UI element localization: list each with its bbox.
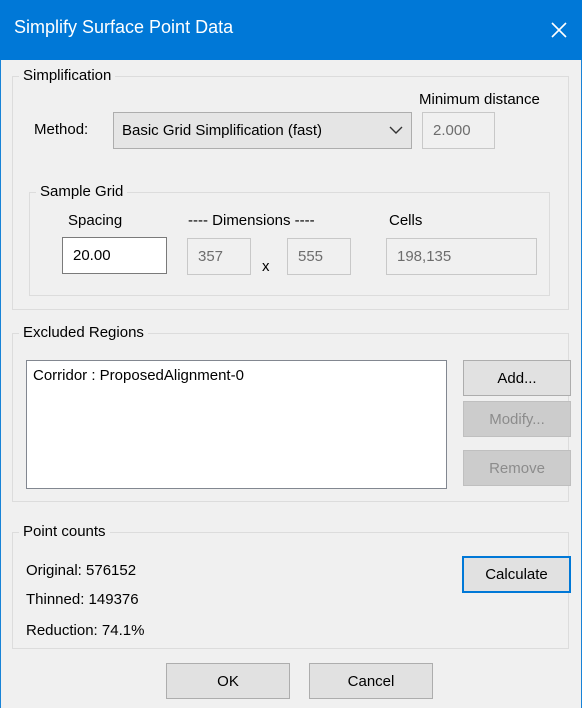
dimension-y-field[interactable]: 555	[287, 238, 351, 275]
ok-button-label: OK	[217, 672, 239, 690]
modify-button[interactable]: Modify...	[463, 401, 571, 437]
list-item[interactable]: Corridor : ProposedAlignment-0	[33, 367, 244, 384]
reduction-percent: Reduction: 74.1%	[26, 622, 145, 639]
method-dropdown[interactable]: Basic Grid Simplification (fast)	[113, 112, 412, 149]
spacing-input-value: 20.00	[73, 247, 111, 264]
window-border-left	[0, 60, 1, 708]
cells-value: 198,135	[397, 248, 452, 265]
method-label: Method:	[34, 121, 89, 138]
remove-button-label: Remove	[489, 459, 545, 477]
spacing-input[interactable]: 20.00	[62, 237, 167, 274]
chevron-down-icon	[389, 126, 403, 134]
modify-button-label: Modify...	[489, 410, 545, 428]
original-count: Original: 576152	[26, 562, 137, 579]
ok-button[interactable]: OK	[166, 663, 290, 699]
cancel-button[interactable]: Cancel	[309, 663, 433, 699]
spacing-label: Spacing	[68, 212, 123, 229]
window-title: Simplify Surface Point Data	[14, 17, 234, 37]
min-distance-field[interactable]: 2.000	[422, 112, 495, 149]
close-icon	[551, 22, 567, 38]
add-button-label: Add...	[497, 369, 537, 387]
min-distance-label: Minimum distance	[419, 91, 540, 108]
min-distance-value: 2.000	[433, 122, 471, 139]
dimension-separator: x	[262, 258, 270, 275]
cells-label: Cells	[389, 212, 423, 229]
point-counts-legend: Point counts	[23, 523, 106, 540]
close-button[interactable]	[536, 0, 582, 60]
dimension-x-field[interactable]: 357	[187, 238, 251, 275]
excluded-regions-legend: Excluded Regions	[23, 324, 144, 341]
simplification-legend: Simplification	[23, 67, 112, 84]
title-bar: Simplify Surface Point Data	[0, 0, 582, 60]
dimension-y-value: 555	[298, 248, 324, 265]
calculate-button[interactable]: Calculate	[462, 556, 571, 593]
calculate-button-label: Calculate	[485, 566, 548, 583]
cancel-button-label: Cancel	[347, 672, 395, 690]
add-button[interactable]: Add...	[463, 360, 571, 396]
remove-button[interactable]: Remove	[463, 450, 571, 486]
method-dropdown-value: Basic Grid Simplification (fast)	[122, 122, 323, 139]
sample-grid-legend: Sample Grid	[40, 183, 124, 200]
thinned-count: Thinned: 149376	[26, 591, 139, 608]
dimensions-label: ---- Dimensions ----	[188, 212, 315, 229]
excluded-regions-list[interactable]: Corridor : ProposedAlignment-0	[26, 360, 447, 489]
cells-field[interactable]: 198,135	[386, 238, 537, 275]
dimension-x-value: 357	[198, 248, 224, 265]
